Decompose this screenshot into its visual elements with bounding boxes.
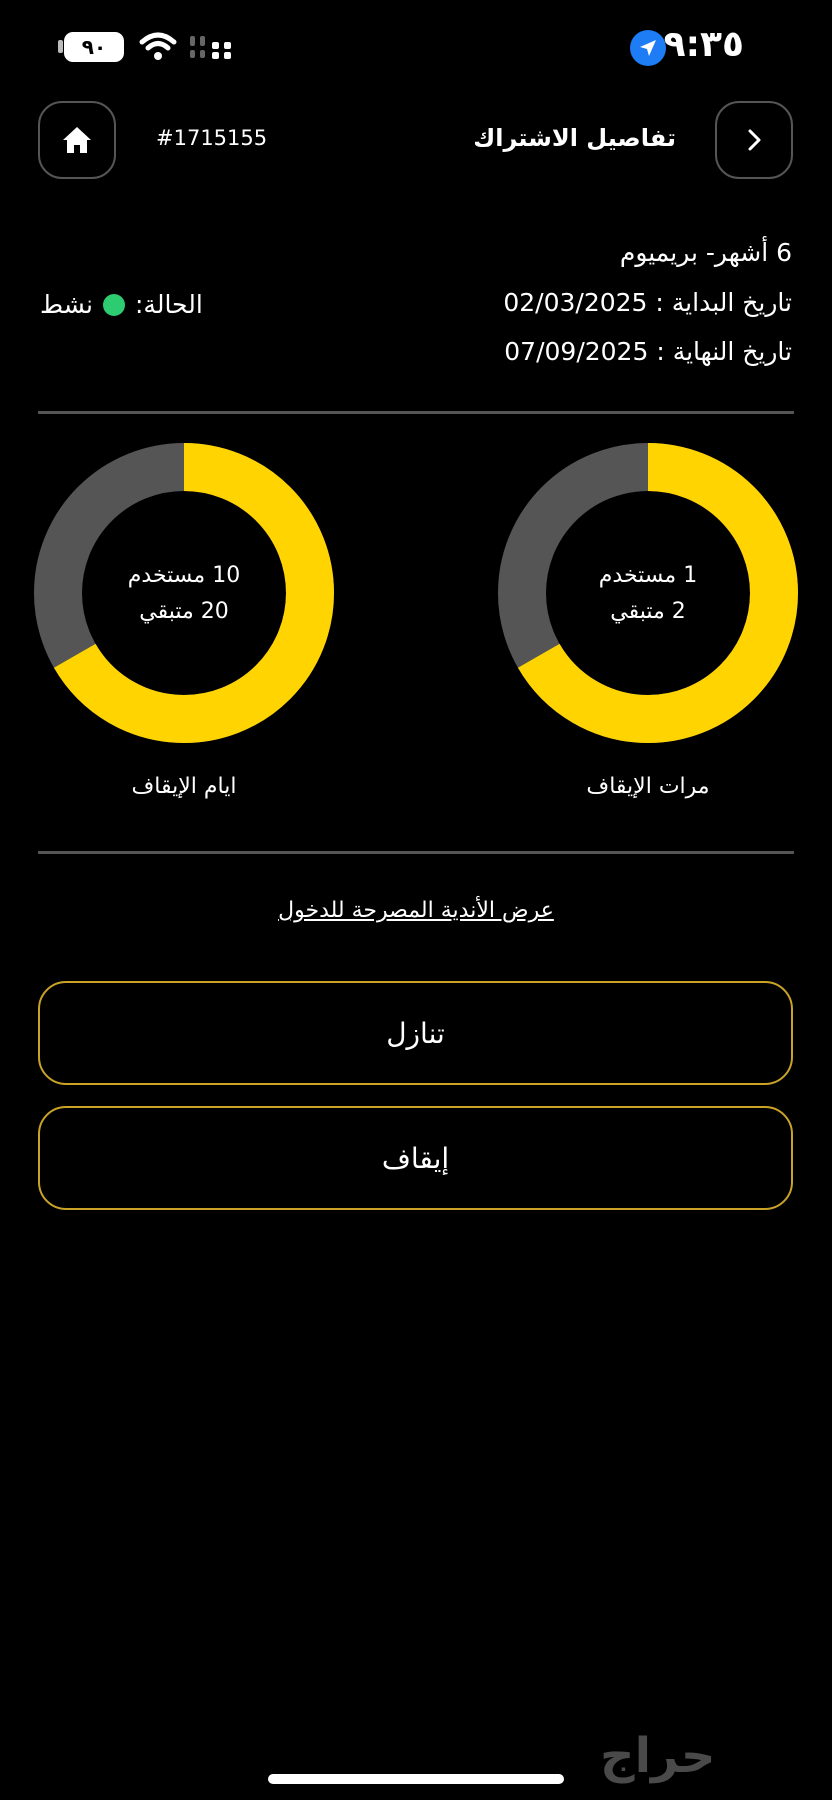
home-indicator[interactable] bbox=[268, 1774, 564, 1784]
plan-name: 6 أشهر- بريميوم bbox=[619, 238, 792, 267]
chevron-right-icon bbox=[748, 129, 761, 151]
battery-icon: ٩٠ bbox=[64, 32, 124, 62]
home-icon bbox=[63, 127, 91, 153]
status-dot bbox=[103, 293, 125, 316]
home-button[interactable] bbox=[38, 101, 116, 179]
divider bbox=[38, 411, 794, 414]
order-id: #1715155 bbox=[156, 126, 268, 150]
page-title: تفاصيل الاشتراك bbox=[473, 124, 676, 152]
status-label: الحالة: bbox=[135, 290, 203, 319]
pause-days-used: 10 مستخدم bbox=[127, 563, 241, 588]
location-arrow-icon bbox=[630, 30, 666, 66]
start-date: تاريخ البداية : 02/03/2025 bbox=[503, 288, 792, 317]
back-button[interactable] bbox=[715, 101, 793, 179]
watermark-logo: حراج bbox=[600, 1728, 716, 1784]
pause-days-remaining: 20 متبقي bbox=[139, 599, 229, 624]
battery-tip bbox=[58, 40, 63, 53]
subscription-details-screen: ٩:٣٥ ٩٠ #1715155 تفاصيل الاشتراك 6 أشهر-… bbox=[0, 0, 832, 1800]
end-date: تاريخ النهاية : 07/09/2025 bbox=[504, 337, 792, 366]
status-value: نشط bbox=[40, 290, 93, 319]
status-row: الحالة: نشط bbox=[40, 290, 203, 319]
pause-count-text: 1 مستخدم 2 متبقي bbox=[548, 558, 748, 630]
pause-count-used: 1 مستخدم bbox=[598, 563, 698, 588]
view-clubs-link[interactable]: عرض الأندية المصرحة للدخول bbox=[0, 898, 832, 923]
wifi-icon bbox=[139, 32, 177, 60]
pause-days-text: 10 مستخدم 20 متبقي bbox=[84, 558, 284, 630]
pause-button[interactable]: إيقاف bbox=[38, 1106, 793, 1210]
signal-icon bbox=[190, 36, 231, 59]
pause-count-remaining: 2 متبقي bbox=[610, 599, 686, 624]
divider bbox=[38, 851, 794, 854]
waive-button[interactable]: تنازل bbox=[38, 981, 793, 1085]
pause-count-label: مرات الإيقاف bbox=[586, 774, 710, 799]
status-time: ٩:٣٥ bbox=[663, 24, 744, 65]
pause-days-label: ايام الإيقاف bbox=[131, 774, 237, 799]
